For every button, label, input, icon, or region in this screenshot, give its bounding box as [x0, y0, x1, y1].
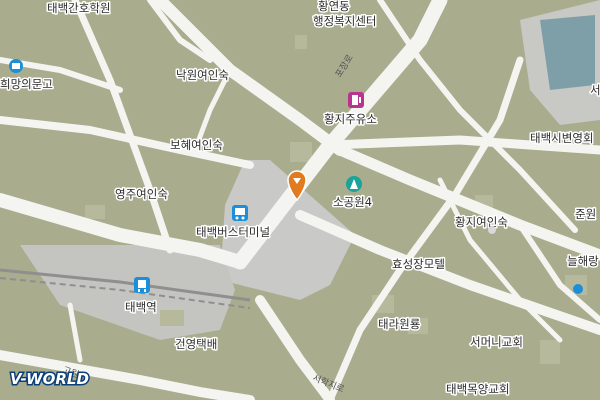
park-icon[interactable] [346, 176, 362, 192]
label-geonyoung: 건영택배 [175, 337, 217, 351]
label-hwangji-gas: 황지주유소 [324, 112, 377, 126]
label-bus-terminal: 태백버스터미널 [196, 225, 270, 239]
label-station: 태백역 [125, 300, 157, 314]
map-canvas[interactable]: 포장로 고원로 서학지로 태백간호학원 황연동 행정복지센터 희망의문고 낙원여… [0, 0, 600, 400]
label-hospital: 희망의문고 [0, 77, 53, 91]
label-nursing-school: 태백간호학원 [47, 1, 110, 15]
label-hyoseong: 효성장모텔 [392, 257, 445, 271]
label-sogong: 소공원4 [333, 195, 372, 209]
label-taera: 태라원룡 [378, 317, 420, 331]
label-hwangji-inn: 황지여인숙 [455, 215, 508, 229]
label-jun: 준원 [575, 207, 596, 221]
map-svg[interactable]: 포장로 고원로 서학지로 태백간호학원 황연동 행정복지센터 희망의문고 낙원여… [0, 0, 600, 400]
label-bohye: 보혜여인숙 [170, 138, 223, 152]
label-neul: 늘해랑 [567, 254, 599, 268]
label-edge-seo: 서 [590, 83, 600, 97]
vworld-logo-text: V-WORLD [10, 370, 89, 388]
library-icon[interactable] [9, 59, 23, 73]
label-hwangyeon-1: 황연동 [318, 0, 350, 13]
vworld-logo: V-WORLD [9, 369, 91, 390]
train-icon[interactable] [134, 277, 150, 293]
label-nakwon: 낙원여인숙 [176, 68, 229, 82]
label-hwangyeon-2: 행정복지센터 [313, 14, 376, 28]
bus-icon[interactable] [232, 205, 248, 221]
label-yeongju: 영주여인숙 [115, 187, 168, 201]
label-seomeoni: 서머니교회 [470, 335, 523, 349]
gas-station-icon[interactable] [348, 92, 364, 108]
label-taebaek-cityhall: 태백시변영회 [530, 131, 593, 145]
label-taebaek-church: 태백목양교회 [446, 382, 509, 396]
